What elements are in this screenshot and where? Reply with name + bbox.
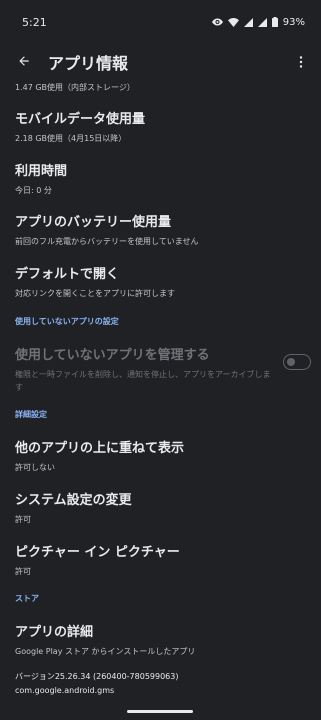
store-section-header: ストア xyxy=(15,594,39,603)
display-over-apps-subtitle: 許可しない xyxy=(15,463,55,472)
version-footer: バージョン25.26.34 (260400-780599063) com.goo… xyxy=(15,670,178,698)
storage-subtitle: 1.47 GB使用（内部ストレージ） xyxy=(15,83,135,92)
modify-system-settings-title: システム設定の変更 xyxy=(15,493,132,508)
toggle-knob xyxy=(287,358,295,366)
picture-in-picture-item[interactable]: ピクチャー イン ピクチャー 許可 xyxy=(15,541,307,578)
picture-in-picture-title: ピクチャー イン ピクチャー xyxy=(15,545,180,560)
arrow-back-icon xyxy=(17,53,31,72)
screen-time-subtitle: 今日: 0 分 xyxy=(15,186,52,195)
display-over-apps-title: 他のアプリの上に重ねて表示 xyxy=(15,441,185,456)
modify-system-settings-item[interactable]: システム設定の変更 許可 xyxy=(15,489,307,526)
eye-icon xyxy=(211,18,223,26)
manage-unused-apps-toggle[interactable] xyxy=(283,354,311,370)
storage-item[interactable]: 1.47 GB使用（内部ストレージ） xyxy=(15,80,307,94)
status-icons: 93% xyxy=(211,16,305,28)
manage-unused-apps-item[interactable]: 使用していないアプリを管理する 権限と一時ファイルを削除し、通知を停止し、アプリ… xyxy=(15,344,271,394)
app-details-subtitle: Google Play ストア からインストールしたアプリ xyxy=(15,647,196,656)
unused-apps-section-header: 使用していないアプリの設定 xyxy=(15,317,119,326)
battery-usage-subtitle: 前回のフル充電からバッテリーを使用していません xyxy=(15,237,199,246)
display-over-apps-item[interactable]: 他のアプリの上に重ねて表示 許可しない xyxy=(15,437,307,474)
app-details-title: アプリの詳細 xyxy=(15,625,94,640)
app-details-item[interactable]: アプリの詳細 Google Play ストア からインストールしたアプリ xyxy=(15,621,307,658)
battery-percent: 93% xyxy=(282,16,305,28)
app-bar: アプリ情報 xyxy=(0,44,321,80)
screen-time-title: 利用時間 xyxy=(15,164,68,179)
battery-usage-item[interactable]: アプリのバッテリー使用量 前回のフル充電からバッテリーを使用していません xyxy=(15,211,307,248)
status-bar: 5:21 93% xyxy=(0,0,321,44)
status-time: 5:21 xyxy=(22,15,47,29)
battery-icon xyxy=(271,17,278,27)
modify-system-settings-subtitle: 許可 xyxy=(15,515,31,524)
gesture-nav-handle[interactable] xyxy=(127,710,193,713)
signal-2-icon xyxy=(257,17,267,27)
more-vert-icon xyxy=(299,53,303,72)
page-title: アプリ情報 xyxy=(48,54,129,73)
signal-icon xyxy=(243,17,253,27)
advanced-section-header: 詳細設定 xyxy=(15,410,47,419)
battery-usage-title: アプリのバッテリー使用量 xyxy=(15,215,172,230)
open-by-default-item[interactable]: デフォルトで開く 対応リンクを開くことをアプリに許可します xyxy=(15,263,307,300)
package-name: com.google.android.gms xyxy=(15,686,115,695)
mobile-data-subtitle: 2.18 GB使用（4月15日以降） xyxy=(15,134,127,143)
manage-unused-apps-title: 使用していないアプリを管理する xyxy=(15,348,210,363)
picture-in-picture-subtitle: 許可 xyxy=(15,567,31,576)
wifi-icon xyxy=(227,17,239,27)
manage-unused-apps-subtitle: 権限と一時ファイルを削除し、通知を停止し、アプリをアーカイブします xyxy=(15,370,271,392)
screen-time-item[interactable]: 利用時間 今日: 0 分 xyxy=(15,160,307,197)
more-options-button[interactable] xyxy=(291,48,311,76)
mobile-data-item[interactable]: モバイルデータ使用量 2.18 GB使用（4月15日以降） xyxy=(15,108,307,145)
mobile-data-title: モバイルデータ使用量 xyxy=(15,112,146,127)
version-text: バージョン25.26.34 (260400-780599063) xyxy=(15,672,179,681)
open-by-default-title: デフォルトで開く xyxy=(15,267,120,282)
open-by-default-subtitle: 対応リンクを開くことをアプリに許可します xyxy=(15,289,175,298)
back-button[interactable] xyxy=(10,48,38,76)
